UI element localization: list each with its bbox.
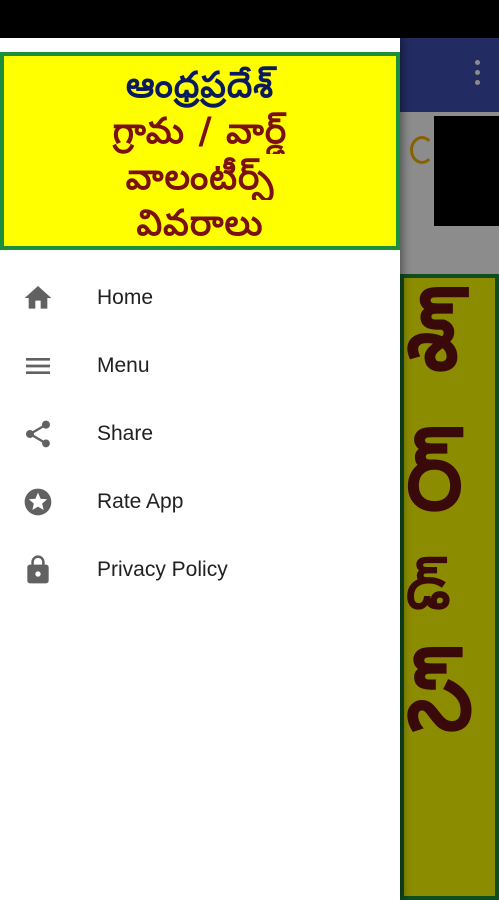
drawer-item-home[interactable]: Home: [0, 264, 400, 332]
drawer-item-rate-app[interactable]: Rate App: [0, 468, 400, 536]
lock-icon: [22, 554, 54, 586]
drawer-item-menu[interactable]: Menu: [0, 332, 400, 400]
header-title-line: గ్రామ / వార్డ్: [112, 110, 288, 152]
drawer-item-share[interactable]: Share: [0, 400, 400, 468]
home-icon: [22, 282, 54, 314]
drawer-item-privacy-policy[interactable]: Privacy Policy: [0, 536, 400, 604]
drawer-menu: Home Menu Share Rate App Privacy Policy: [0, 264, 400, 604]
drawer-item-label: Privacy Policy: [97, 558, 228, 581]
drawer-item-label: Menu: [97, 354, 150, 377]
drawer-item-label: Share: [97, 422, 154, 445]
navigation-drawer: ఆంధ్రప్రదేశ్ గ్రామ / వార్డ్ వాలంటీర్స్ వ…: [0, 38, 400, 900]
status-bar: [0, 0, 499, 38]
header-title-line: వాలంటీర్స్: [125, 156, 275, 198]
share-icon: [22, 418, 54, 450]
menu-icon: [22, 350, 54, 382]
drawer-header-banner: ఆంధ్రప్రదేశ్ గ్రామ / వార్డ్ వాలంటీర్స్ వ…: [0, 52, 400, 250]
header-title-line: వివరాలు: [136, 202, 264, 244]
header-title-line: ఆంధ్రప్రదేశ్: [125, 64, 275, 106]
star-icon: [22, 486, 54, 518]
drawer-item-label: Rate App: [97, 490, 184, 513]
drawer-item-label: Home: [97, 286, 154, 309]
